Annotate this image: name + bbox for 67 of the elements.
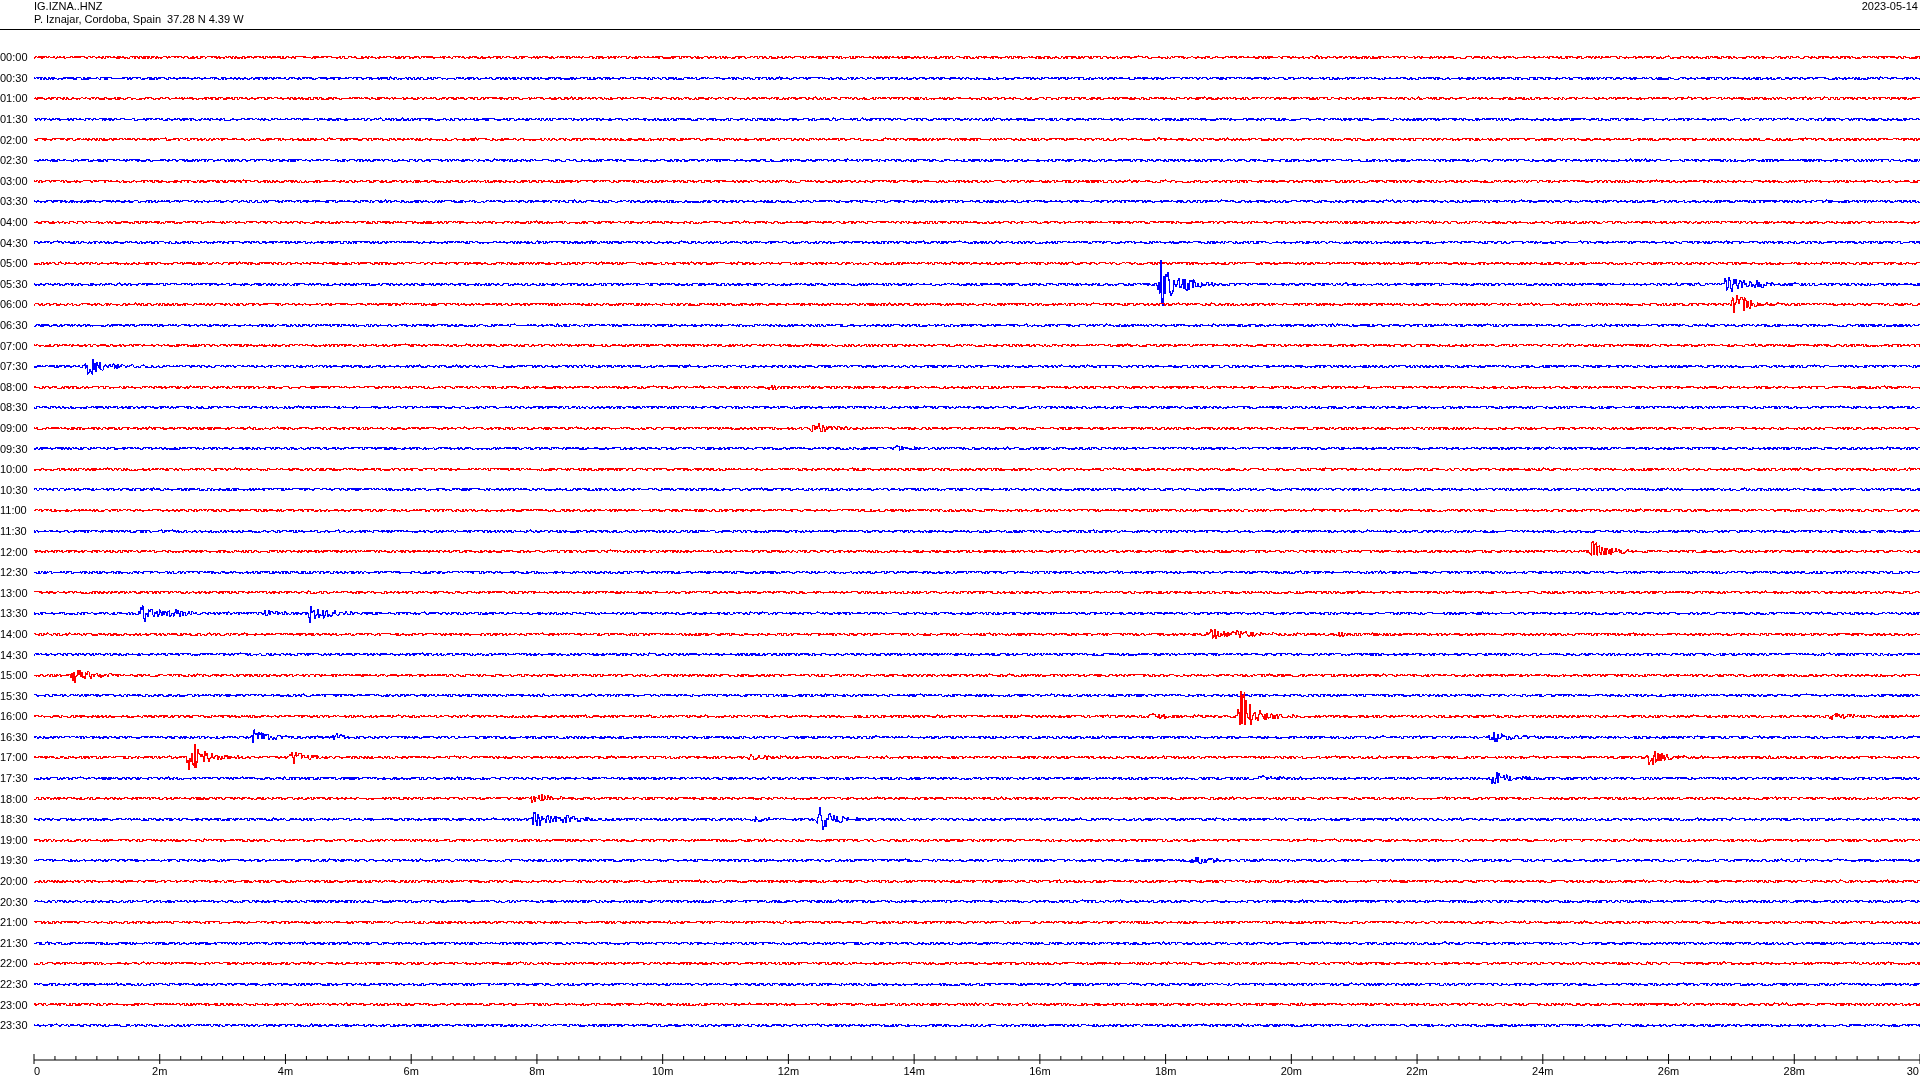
time-label: 02:00	[0, 133, 29, 146]
axis-label: 22m	[1406, 1064, 1428, 1076]
time-label: 06:00	[0, 298, 29, 311]
time-label: 21:30	[0, 936, 29, 949]
time-label: 18:30	[0, 813, 29, 826]
axis-label: 6m	[403, 1064, 419, 1076]
time-label: 07:30	[0, 360, 29, 373]
time-label: 20:00	[0, 875, 29, 888]
time-label: 19:30	[0, 854, 29, 867]
time-label: 01:30	[0, 113, 29, 126]
axis-label: 20m	[1280, 1064, 1303, 1076]
time-label: 11:30	[0, 524, 28, 537]
time-label: 00:00	[0, 51, 29, 64]
time-label: 04:00	[0, 216, 29, 229]
axis-label: 16m	[1029, 1064, 1051, 1076]
date-label: 2023-05-14	[1861, 0, 1919, 13]
axis-label: 26m	[1657, 1064, 1680, 1076]
time-label: 01:00	[0, 92, 29, 105]
time-label: 15:30	[0, 689, 29, 702]
time-label: 13:00	[0, 586, 29, 599]
time-label: 08:00	[0, 380, 29, 393]
axis-label: 30	[1906, 1064, 1919, 1076]
time-label: 22:30	[0, 978, 29, 990]
axis-label: 14m	[903, 1064, 925, 1076]
time-label: 17:30	[0, 772, 29, 785]
time-label: 18:00	[0, 792, 29, 805]
time-label: 23:30	[0, 1019, 29, 1032]
axis-label: 28m	[1783, 1064, 1805, 1076]
axis-label: 2m	[152, 1064, 168, 1076]
time-label: 16:00	[0, 710, 29, 723]
time-label: 22:00	[0, 957, 29, 970]
axis-label: 0	[34, 1064, 41, 1076]
time-label: 00:30	[0, 71, 29, 84]
time-label: 20:30	[0, 895, 29, 908]
time-label: 03:00	[0, 174, 29, 187]
time-label: 14:30	[0, 648, 29, 661]
time-label: 23:00	[0, 998, 29, 1011]
station-code: IG.IZNA..HNZ	[34, 0, 104, 13]
time-label: 08:30	[0, 401, 29, 414]
axis-label: 12m	[777, 1064, 800, 1076]
time-label: 11:00	[0, 504, 28, 517]
time-label: 05:00	[0, 257, 29, 270]
axis-label: 8m	[529, 1064, 545, 1076]
axis-label: 24m	[1532, 1064, 1554, 1076]
time-label: 16:30	[0, 730, 29, 743]
time-label: 10:00	[0, 463, 29, 476]
time-label: 06:30	[0, 319, 29, 331]
time-label: 04:30	[0, 236, 29, 249]
station-location: P. Iznajar, Cordoba, Spain 37.28 N 4.39 W	[34, 13, 244, 26]
time-label: 21:00	[0, 916, 29, 929]
time-label: 05:30	[0, 277, 29, 290]
time-label: 14:00	[0, 627, 29, 640]
time-label: 07:00	[0, 339, 29, 352]
time-label: 13:30	[0, 607, 29, 620]
time-label: 09:30	[0, 442, 29, 455]
time-label: 12:00	[0, 545, 29, 558]
axis-label: 10m	[651, 1064, 674, 1076]
axis-label: 4m	[277, 1064, 294, 1076]
time-label: 02:30	[0, 154, 29, 167]
time-label: 15:00	[0, 669, 29, 682]
time-label: 09:00	[0, 422, 29, 434]
time-label: 19:00	[0, 833, 29, 846]
time-label: 10:30	[0, 483, 29, 496]
time-label: 12:30	[0, 566, 29, 579]
time-label: 03:30	[0, 195, 29, 208]
axis-label: 18m	[1154, 1064, 1177, 1076]
time-label: 17:00	[0, 751, 29, 764]
